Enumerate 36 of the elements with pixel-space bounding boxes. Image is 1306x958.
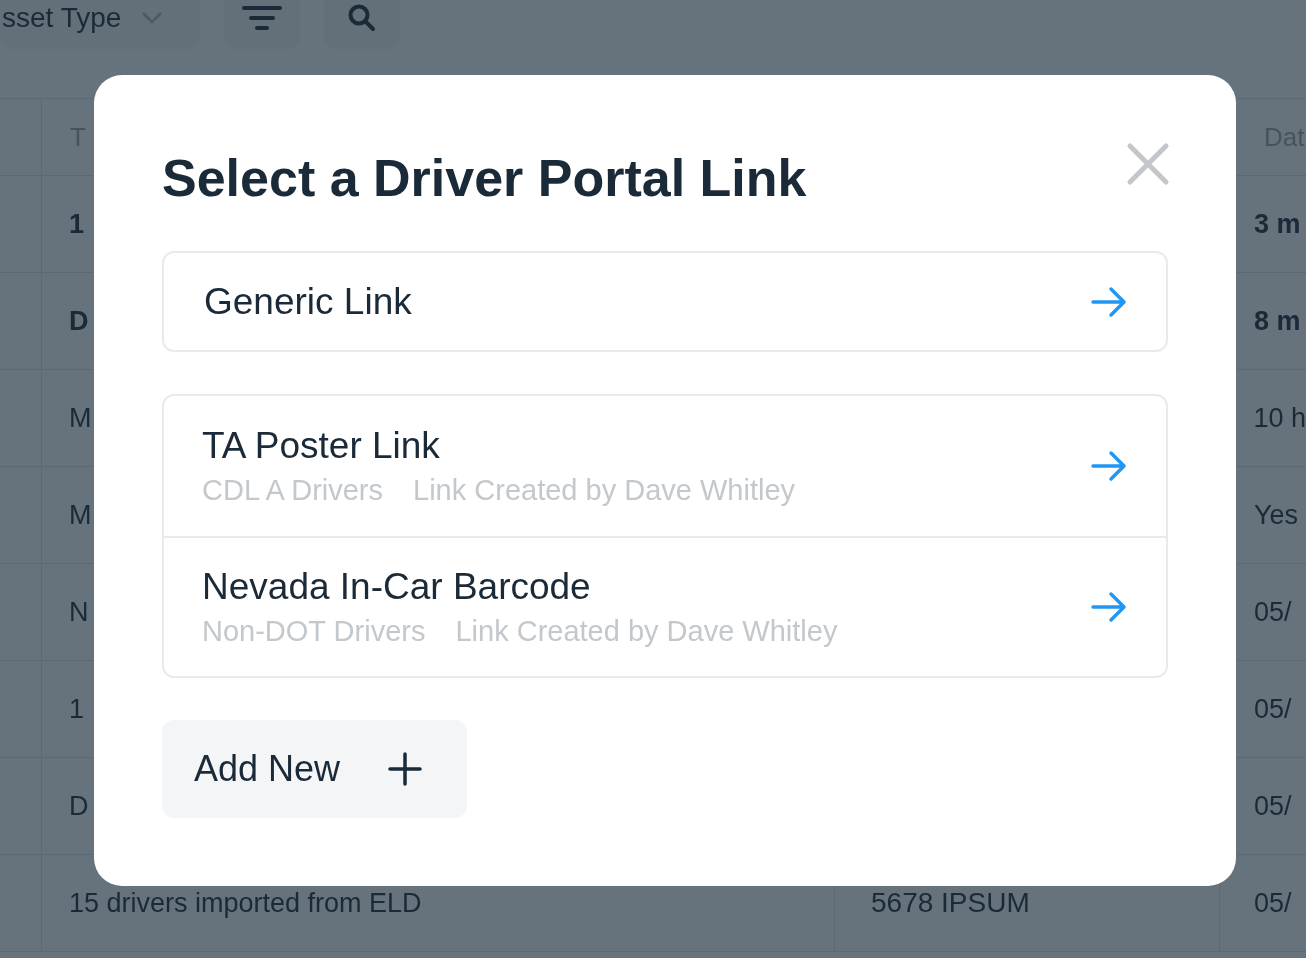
table-cell: 8 m	[1254, 305, 1301, 336]
close-button[interactable]	[1126, 142, 1170, 186]
search-icon	[347, 3, 377, 33]
link-creator: Link Created by Dave Whitley	[455, 614, 838, 649]
link-item[interactable]: TA Poster Link CDL A Drivers Link Created by Dave Whitley	[164, 396, 1166, 536]
link-creator: Link Created by Dave Whitley	[413, 473, 796, 508]
link-group: Non-DOT Drivers	[202, 613, 426, 649]
table-cell-text: D	[69, 789, 89, 823]
link-group: CDL A Drivers	[202, 472, 384, 508]
table-cell-text: M	[69, 498, 92, 532]
table-cell-text: 1	[69, 692, 85, 726]
table-cell: 05/	[1254, 887, 1292, 918]
table-cell-text: 15 drivers imported from ELD	[69, 886, 422, 920]
chevron-down-icon	[141, 11, 164, 25]
table-cell: 3 m	[1254, 208, 1301, 239]
table-cell: 10 h	[1253, 402, 1306, 433]
link-name: TA Poster Link	[202, 424, 441, 468]
link-card[interactable]: Generic Link	[162, 251, 1168, 352]
table-cell-text: D	[69, 304, 89, 338]
table-cell-text: M	[69, 401, 92, 435]
link-item[interactable]: Nevada In-Car Barcode Non-DOT Drivers Link Created by Dave Whitley	[164, 536, 1166, 676]
table-cell: 05/	[1254, 693, 1292, 724]
table-cell: 05/	[1254, 790, 1292, 821]
link-name: Nevada In-Car Barcode	[202, 565, 592, 609]
arrow-right-icon	[1090, 450, 1128, 482]
arrow-right-icon	[1090, 591, 1128, 623]
table-cell-text: 1	[69, 207, 85, 241]
table-cell: Yes	[1254, 499, 1299, 530]
modal-title: Select a Driver Portal Link	[162, 148, 807, 209]
table-cell: 05/	[1254, 596, 1292, 627]
plus-icon	[388, 752, 423, 786]
table-cell-text: 5678 IPSUM	[871, 886, 1030, 920]
table-cell-text: N	[69, 595, 89, 629]
add-new-button[interactable]: Add New	[162, 720, 467, 818]
arrow-right-icon	[1090, 285, 1128, 318]
filter-icon	[241, 5, 283, 31]
